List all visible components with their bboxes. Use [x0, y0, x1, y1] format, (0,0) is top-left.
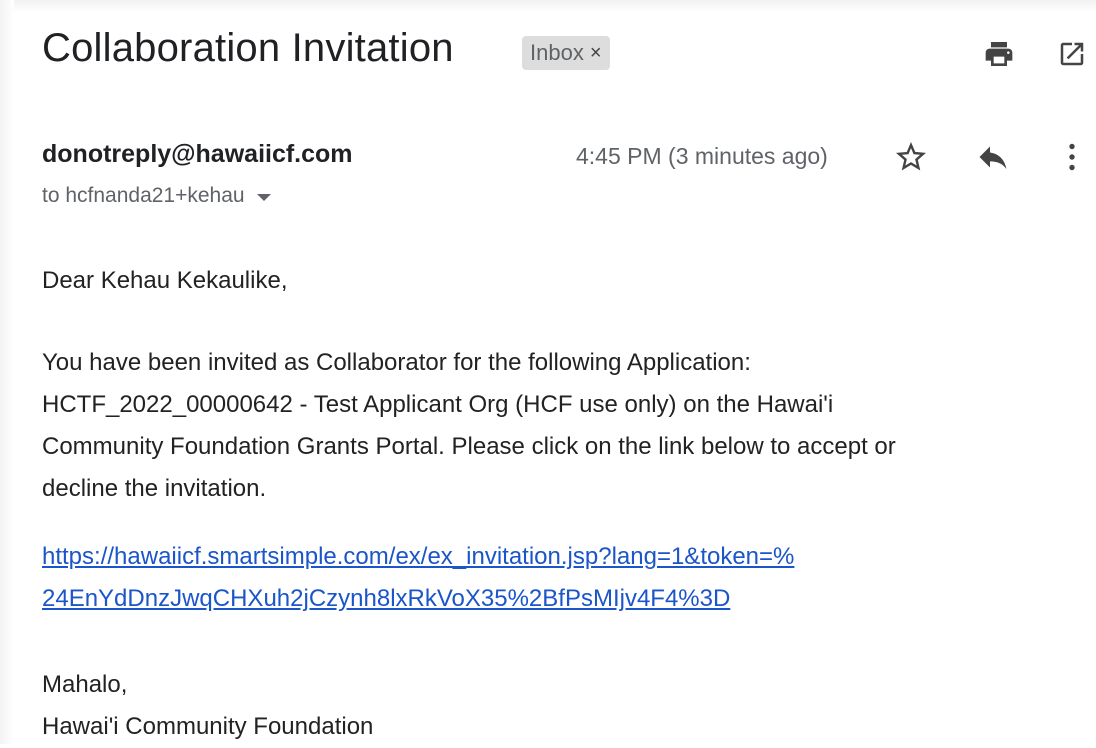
paragraph-line: HCTF_2022_00000642 - Test Applicant Org … [42, 391, 834, 418]
more-options-button[interactable] [1052, 134, 1092, 180]
email-greeting: Dear Kehau Kekaulike, [42, 267, 288, 294]
signature-text: Hawai'i Community Foundation [42, 713, 374, 740]
received-time: 4:45 PM (3 minutes ago) [576, 143, 828, 169]
chevron-down-icon[interactable] [256, 194, 271, 201]
email-paragraph: You have been invited as Collaborator fo… [42, 342, 1062, 510]
closing-text: Mahalo, [42, 671, 128, 698]
print-button[interactable] [978, 34, 1020, 74]
reply-button[interactable] [968, 134, 1018, 180]
invitation-link-line[interactable]: https://hawaiicf.smartsimple.com/ex/ex_i… [42, 536, 1062, 578]
label-text: Inbox [530, 40, 584, 65]
paragraph-line: decline the invitation. [42, 475, 267, 502]
paragraph-line: You have been invited as Collaborator fo… [42, 349, 751, 376]
recipient-text: to hcfnanda21+kehau [42, 184, 245, 207]
recipient-details[interactable]: to hcfnanda21+kehau [42, 184, 271, 208]
remove-label-icon[interactable]: × [590, 42, 602, 65]
open-in-new-window-button[interactable] [1052, 34, 1092, 74]
invitation-link-line[interactable]: 24EnYdDnzJwqCHXuh2jCzynh8lxRkVoX35%2BfPs… [42, 578, 1062, 620]
email-view: Collaboration Invitation Inbox × donotre… [0, 0, 1096, 744]
star-button[interactable] [888, 134, 934, 180]
email-subject: Collaboration Invitation [42, 26, 454, 70]
email-signoff: Mahalo, Hawai'i Community Foundation [42, 664, 1062, 748]
left-divider [0, 0, 14, 744]
paragraph-line: Community Foundation Grants Portal. Plea… [42, 433, 896, 460]
star-icon [896, 142, 926, 171]
sender-address[interactable]: donotreply@hawaiicf.com [42, 140, 353, 169]
reply-icon [979, 146, 1007, 169]
inbox-label-chip[interactable]: Inbox × [522, 36, 610, 70]
print-icon [985, 42, 1013, 66]
more-vertical-icon [1069, 143, 1075, 171]
invitation-link[interactable]: https://hawaiicf.smartsimple.com/ex/ex_i… [42, 536, 1062, 620]
top-divider [0, 0, 1096, 12]
open-in-new-window-icon [1060, 42, 1084, 66]
